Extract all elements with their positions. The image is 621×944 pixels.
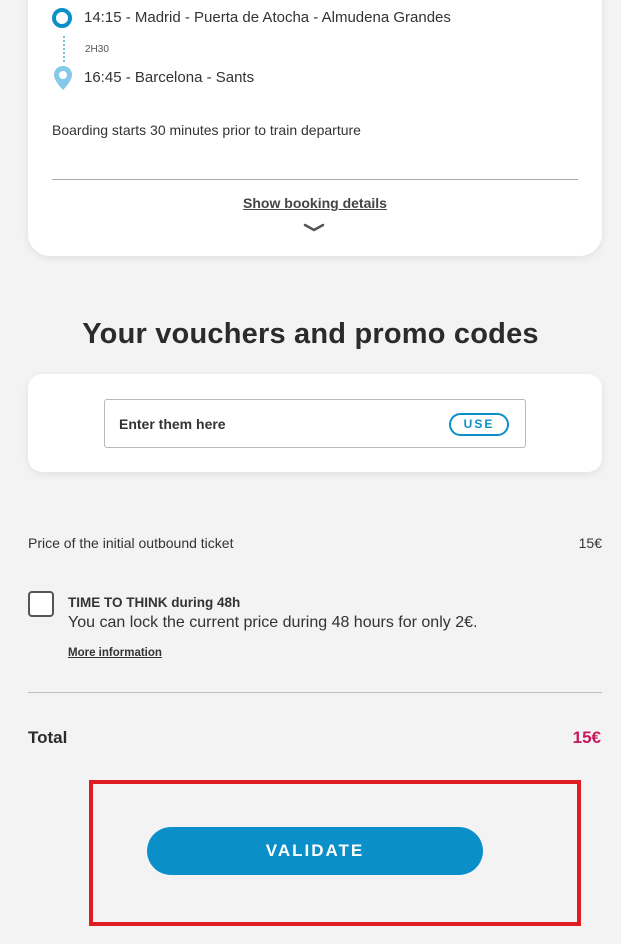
journey-card: 14:15 - Madrid - Puerta de Atocha - Almu… xyxy=(28,0,602,256)
divider xyxy=(52,179,578,180)
use-button[interactable]: USE xyxy=(449,413,509,436)
show-booking-details-link[interactable]: Show booking details xyxy=(28,195,602,211)
time-to-think-description: You can lock the current price during 48… xyxy=(68,614,478,631)
departure-text: 14:15 - Madrid - Puerta de Atocha - Almu… xyxy=(84,9,451,26)
trip-duration: 2H30 xyxy=(85,44,109,55)
validate-button[interactable]: VALIDATE xyxy=(147,827,483,875)
location-pin-icon xyxy=(54,66,72,90)
more-information-link[interactable]: More information xyxy=(68,647,162,659)
total-label: Total xyxy=(28,728,68,747)
total-value: 15€ xyxy=(572,728,601,747)
time-to-think-title: TIME TO THINK during 48h xyxy=(68,595,241,610)
boarding-note: Boarding starts 30 minutes prior to trai… xyxy=(52,122,361,138)
promo-code-input[interactable] xyxy=(119,412,439,436)
initial-price-value: 15€ xyxy=(578,535,602,551)
voucher-card: USE xyxy=(28,374,602,472)
time-to-think-checkbox[interactable] xyxy=(28,591,54,617)
initial-price-label: Price of the initial outbound ticket xyxy=(28,535,234,551)
divider xyxy=(28,692,602,693)
chevron-down-icon[interactable] xyxy=(303,223,325,233)
vouchers-section-title: Your vouchers and promo codes xyxy=(82,318,539,350)
departure-circle-icon xyxy=(52,8,72,28)
voucher-input-wrapper: USE xyxy=(104,399,526,448)
arrival-text: 16:45 - Barcelona - Sants xyxy=(84,69,255,86)
duration-dotted-line xyxy=(63,36,65,62)
